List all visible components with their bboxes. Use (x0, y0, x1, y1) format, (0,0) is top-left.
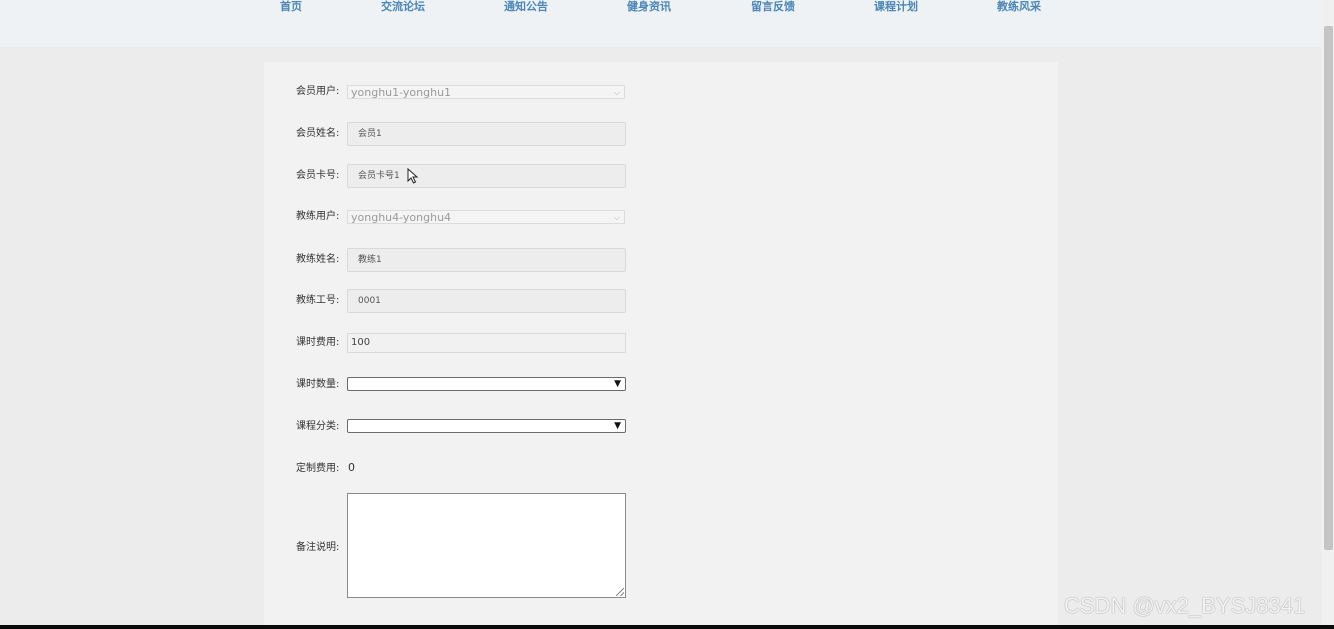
member-name-field[interactable]: 会员1 (347, 122, 626, 146)
mouse-cursor-icon (407, 168, 419, 184)
custom-fee-label: 定制费用: (296, 463, 340, 474)
chevron-down-icon: ▼ (614, 379, 621, 389)
scrollbar-thumb[interactable] (1324, 26, 1333, 550)
member-card-field[interactable]: 会员卡号1 (347, 164, 626, 188)
member-name-label: 会员姓名: (296, 128, 340, 139)
chevron-down-icon: ⌵ (613, 88, 620, 97)
member-user-label: 会员用户: (296, 86, 340, 97)
nav-announcements[interactable]: 通知公告 (504, 0, 548, 16)
lesson-count-label: 课时数量: (296, 379, 340, 390)
coach-id-label: 教练工号: (296, 295, 340, 306)
top-navigation: 首页 交流论坛 通知公告 健身资讯 留言反馈 课程计划 教练风采 (0, 0, 1322, 47)
lesson-fee-field[interactable]: 100 (347, 333, 626, 353)
remarks-label: 备注说明: (296, 542, 340, 553)
lesson-fee-label: 课时费用: (296, 337, 340, 348)
nav-course-plan[interactable]: 课程计划 (874, 0, 918, 16)
nav-coaches[interactable]: 教练风采 (997, 0, 1041, 16)
coach-user-select: yonghu4-yonghu4 ⌵ (347, 210, 625, 224)
chevron-down-icon: ⌵ (613, 213, 620, 222)
course-category-select[interactable]: ▼ (347, 419, 626, 433)
bottom-bar (0, 625, 1334, 629)
coach-name-field[interactable]: 教练1 (347, 248, 626, 272)
coach-user-label: 教练用户: (296, 211, 340, 222)
resize-handle-icon[interactable] (616, 588, 624, 596)
nav-home[interactable]: 首页 (280, 0, 302, 16)
nav-feedback[interactable]: 留言反馈 (751, 0, 795, 16)
coach-id-field[interactable]: 0001 (347, 289, 626, 313)
remarks-textarea[interactable] (347, 493, 626, 598)
chevron-down-icon: ▼ (614, 421, 621, 431)
coach-name-label: 教练姓名: (296, 254, 340, 265)
vertical-scrollbar[interactable] (1322, 0, 1334, 625)
member-user-select: yonghu1-yonghu1 ⌵ (347, 85, 625, 99)
member-user-value: yonghu1-yonghu1 (351, 86, 452, 99)
nav-fitness-news[interactable]: 健身资讯 (627, 0, 671, 16)
lesson-count-select[interactable]: ▼ (347, 377, 626, 391)
course-category-label: 课程分类: (296, 421, 340, 432)
watermark: CSDN @vx2_BYSJ8341 (1064, 593, 1306, 618)
coach-user-value: yonghu4-yonghu4 (351, 211, 452, 224)
custom-fee-value: 0 (348, 461, 355, 474)
member-card-label: 会员卡号: (296, 170, 340, 181)
nav-forum[interactable]: 交流论坛 (381, 0, 425, 16)
